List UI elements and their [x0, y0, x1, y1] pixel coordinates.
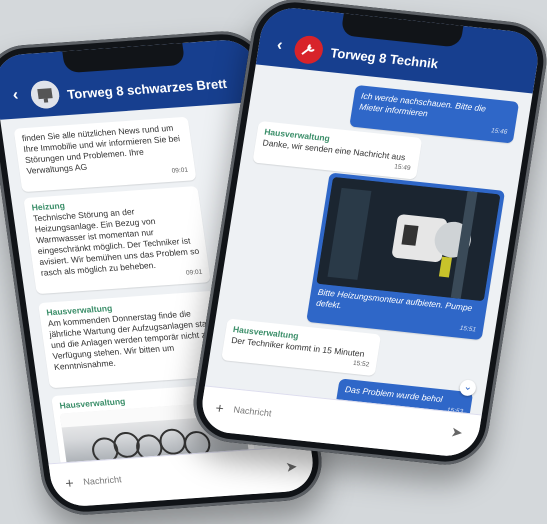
- bulletin-board-icon: [30, 80, 60, 109]
- send-icon[interactable]: ➤: [450, 423, 464, 441]
- back-arrow-icon[interactable]: ‹: [12, 87, 20, 105]
- add-attachment-icon[interactable]: +: [214, 400, 225, 417]
- message-bubble: finden Sie alle nützlichen News rund um …: [13, 116, 197, 192]
- wrench-icon: [294, 35, 323, 64]
- back-arrow-icon[interactable]: ‹: [276, 37, 284, 55]
- chat-title: Torweg 8 schwarzes Brett: [66, 75, 228, 102]
- message-bubble: Hausverwaltung Der Techniker kommt in 15…: [221, 318, 382, 376]
- add-attachment-icon[interactable]: +: [64, 475, 74, 491]
- message-text: Am kommenden Donnerstag finde die jährli…: [47, 308, 214, 373]
- avatar: [292, 34, 325, 66]
- right-screen: ‹ Torweg 8 Technik Ich werde nachschauen…: [197, 5, 543, 459]
- message-bubble: Heizung Technische Störung an der Heizun…: [23, 185, 211, 294]
- message-list: Ich werde nachschauen. Bitte die Mieter …: [205, 64, 533, 423]
- message-text: Technische Störung an der Heizungsanlage…: [32, 206, 200, 279]
- avatar: [29, 79, 62, 110]
- message-text: Ich werde nachschauen. Bitte die Mieter …: [358, 90, 487, 119]
- send-icon[interactable]: ➤: [284, 458, 298, 476]
- message-input[interactable]: Nachricht: [83, 474, 122, 487]
- heating-pump-image: [316, 176, 501, 302]
- message-bubble: Bitte Heizungsmonteur aufbieten. Pumpe d…: [306, 172, 506, 340]
- scroll-down-icon[interactable]: ⌄: [458, 379, 478, 397]
- chat-title: Torweg 8 Technik: [329, 45, 440, 72]
- pump-photo[interactable]: [316, 176, 501, 302]
- message-input[interactable]: Nachricht: [233, 405, 272, 419]
